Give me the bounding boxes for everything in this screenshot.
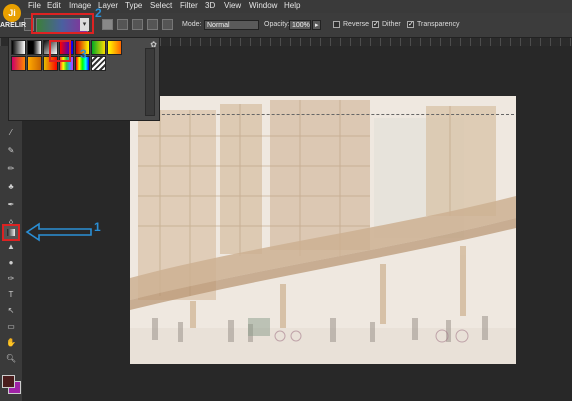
- path-select-tool-icon[interactable]: ↖: [5, 306, 17, 316]
- menu-type[interactable]: Type: [125, 1, 142, 10]
- dither-label: Dither: [382, 21, 401, 28]
- mode-label: Mode:: [182, 21, 202, 28]
- pen-tool-icon[interactable]: ✑: [5, 274, 17, 284]
- stamp-tool-icon[interactable]: ♣: [5, 182, 17, 192]
- annotation-box-3: [49, 40, 71, 62]
- dodge-tool-icon[interactable]: ●: [5, 258, 17, 268]
- selection-marquee: [132, 114, 514, 115]
- gradient-swatch[interactable]: [11, 56, 26, 71]
- brush-tool-icon[interactable]: ✏: [5, 164, 17, 174]
- annotation-arrow-1: [25, 222, 92, 242]
- rectangle-tool-icon[interactable]: ▭: [5, 322, 17, 332]
- menu-edit[interactable]: Edit: [47, 1, 61, 10]
- gradient-swatch[interactable]: [27, 56, 42, 71]
- eyedropper-tool-icon[interactable]: ⁄: [5, 128, 17, 138]
- blur-tool-icon[interactable]: ▲: [5, 242, 17, 252]
- linear-gradient-button[interactable]: [102, 19, 113, 30]
- document-canvas[interactable]: [130, 96, 516, 364]
- foreground-color-swatch[interactable]: [2, 375, 15, 388]
- menu-select[interactable]: Select: [150, 1, 172, 10]
- gradient-swatch[interactable]: [27, 40, 42, 55]
- gradient-tool-icon: [7, 229, 15, 236]
- annotation-box-2: [31, 13, 94, 34]
- dither-checkbox[interactable]: ✓: [372, 21, 379, 28]
- reverse-label: Reverse: [343, 21, 370, 28]
- opacity-dropdown[interactable]: ▸: [312, 20, 321, 30]
- opacity-input[interactable]: 100%: [289, 20, 311, 30]
- gradient-swatch[interactable]: [11, 40, 26, 55]
- zoom-tool-icon[interactable]: 🔍︎: [5, 354, 17, 364]
- menu-image[interactable]: Image: [69, 1, 91, 10]
- menu-file[interactable]: File: [28, 1, 41, 10]
- app-logo: Ji: [3, 4, 21, 22]
- opacity-label: Opacity:: [264, 21, 290, 28]
- menu-window[interactable]: Window: [249, 1, 277, 10]
- menu-3d[interactable]: 3D: [205, 1, 215, 10]
- annotation-number-1: 1: [94, 220, 101, 234]
- annotation-number-3: 3: [80, 47, 87, 61]
- history-brush-icon[interactable]: ✒: [5, 200, 17, 210]
- brand-watermark: ARELIR: [0, 22, 27, 29]
- picker-scrollbar[interactable]: [145, 48, 155, 116]
- menu-view[interactable]: View: [224, 1, 241, 10]
- diamond-gradient-button[interactable]: [162, 19, 173, 30]
- gradient-swatch[interactable]: [91, 56, 106, 71]
- city-photo: [130, 96, 516, 364]
- menu-filter[interactable]: Filter: [180, 1, 198, 10]
- mode-select[interactable]: Normal: [204, 20, 259, 30]
- angle-gradient-button[interactable]: [132, 19, 143, 30]
- transparency-label: Transparency: [417, 21, 460, 28]
- transparency-checkbox[interactable]: ✓: [407, 21, 414, 28]
- menu-help[interactable]: Help: [284, 1, 300, 10]
- gradient-tool-button[interactable]: [2, 224, 20, 241]
- hand-tool-icon[interactable]: ✋: [5, 338, 17, 348]
- gradient-swatch[interactable]: [91, 40, 106, 55]
- radial-gradient-button[interactable]: [117, 19, 128, 30]
- menu-bar: File Edit Image Layer Type Select Filter 3D View…: [0, 0, 572, 13]
- type-tool-icon[interactable]: T: [5, 290, 17, 300]
- healing-brush-tool-icon[interactable]: ✎: [5, 146, 17, 156]
- reverse-checkbox[interactable]: [333, 21, 340, 28]
- gradient-swatch[interactable]: [107, 40, 122, 55]
- annotation-number-2: 2: [95, 6, 102, 20]
- reflected-gradient-button[interactable]: [147, 19, 158, 30]
